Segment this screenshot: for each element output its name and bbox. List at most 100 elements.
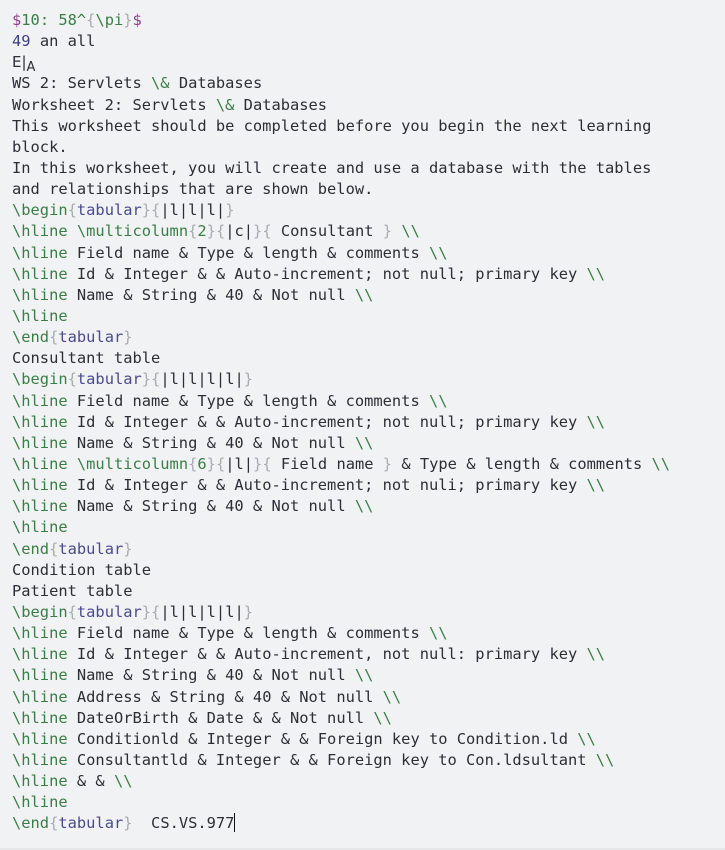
editor-line[interactable]: \hline Name & String & 40 & Not null \\: [12, 496, 725, 517]
brace-token: }: [206, 222, 216, 241]
editor-line[interactable]: \end{tabular} CS.VS.977: [12, 813, 725, 834]
editor-line[interactable]: This worksheet should be completed befor…: [12, 116, 725, 137]
number-argument-token: 6: [197, 454, 207, 473]
editor-line[interactable]: \hline Field name & Type & length & comm…: [12, 391, 725, 412]
latex-command-token: \hline: [12, 687, 68, 706]
number-token: 49: [12, 32, 31, 51]
latex-command-token: \\: [651, 454, 671, 473]
editor-line[interactable]: \hline Name & String & 40 & Not null \\: [12, 665, 725, 686]
column-spec-token: |c|: [225, 222, 254, 241]
text-token: DateOrBirth & Date & & Not null: [67, 708, 374, 727]
latex-command-token: \\: [428, 391, 448, 410]
text-token: Field name & Type & length & comments: [67, 243, 429, 262]
editor-line[interactable]: and relationships that are shown below.: [12, 179, 725, 200]
latex-command-token: \hline: [12, 306, 68, 325]
editor-line[interactable]: \hline: [12, 517, 725, 538]
editor-line[interactable]: WS 2: Servlets \& Databases: [12, 73, 725, 94]
text-token: In this worksheet, you will create and u…: [12, 158, 652, 177]
editor-line[interactable]: \hline Address & String & 40 & Not null …: [12, 687, 725, 708]
text-token: Field name: [271, 454, 383, 473]
latex-command-token: \\: [586, 412, 606, 431]
number-argument-token: 2: [197, 222, 207, 241]
editor-line[interactable]: E|A: [12, 52, 725, 75]
text-token: Id & Integer & & Auto-increment; not nul…: [67, 476, 587, 495]
editor-line[interactable]: \hline Id & Integer & & Auto-increment; …: [12, 412, 725, 433]
brace-token: {: [262, 454, 272, 473]
editor-line[interactable]: block.: [12, 137, 725, 158]
editor-line[interactable]: \hline Name & String & 40 & Not null \\: [12, 285, 725, 306]
editor-line[interactable]: \hline \multicolumn{6}{|l|}{ Field name …: [12, 454, 725, 475]
brace-token: {: [188, 222, 198, 241]
column-spec-token: |l|l|l|: [160, 201, 226, 220]
code-editor[interactable]: $10: 58^{\pi}$ 49 an all E|A WS 2: Servlets…: [0, 0, 725, 850]
text-token: block.: [12, 137, 68, 156]
math-delimiter-token: $: [132, 11, 142, 29]
editor-line[interactable]: \hline Field name & Type & length & comm…: [12, 243, 725, 264]
text-token: Name & String & 40 & Not null: [67, 666, 355, 685]
editor-line[interactable]: \hline DateOrBirth & Date & & Not null \…: [12, 708, 725, 729]
editor-line[interactable]: \hline Conditionld & Integer & & Foreign…: [12, 729, 725, 750]
brace-token: {: [215, 454, 226, 473]
text-token: Field name & Type & length & comments: [67, 391, 429, 410]
brace-token: {: [49, 539, 59, 558]
brace-token: {: [215, 222, 226, 241]
latex-command-token: \\: [354, 285, 374, 304]
latex-command-token: \multicolumn: [76, 222, 189, 241]
text-token: Worksheet 2: Servlets: [12, 95, 216, 114]
editor-line[interactable]: Condition table: [12, 560, 725, 581]
brace-token: {: [262, 222, 272, 241]
text-cursor: [234, 813, 236, 833]
editor-line[interactable]: \hline Name & String & 40 & Not null \\: [12, 433, 725, 454]
editor-line[interactable]: Consultant table: [12, 348, 725, 369]
text-token: Id & Integer & & Auto-increment; not nul…: [67, 264, 587, 283]
brace-token: }: [243, 602, 254, 621]
environment-name-token: tabular: [58, 328, 124, 347]
editor-line[interactable]: \hline Field name & Type & length & comm…: [12, 623, 725, 644]
editor-line[interactable]: \begin{tabular}{|l|l|l|l|}: [12, 369, 725, 390]
latex-command-token: \\: [595, 750, 615, 769]
editor-line[interactable]: \hline Id & Integer & & Auto-increment; …: [12, 264, 725, 285]
editor-line[interactable]: Patient table: [12, 581, 725, 602]
editor-line[interactable]: \end{tabular}: [12, 327, 725, 348]
math-token: \pi: [95, 11, 124, 29]
editor-line[interactable]: \hline Id & Integer & & Auto-increment, …: [12, 644, 725, 665]
environment-name-token: tabular: [58, 539, 124, 558]
editor-line[interactable]: \hline \multicolumn{2}{|c|}{ Consultant …: [12, 221, 725, 242]
editor-line[interactable]: $10: 58^{\pi}$: [12, 10, 725, 31]
latex-command-token: \hline: [12, 772, 68, 791]
editor-line[interactable]: \hline Id & Integer & & Auto-increment; …: [12, 475, 725, 496]
environment-name-token: tabular: [58, 814, 124, 833]
text-token: Name & String & 40 & Not null: [67, 433, 355, 452]
column-spec-token: |l|: [225, 454, 254, 473]
text-token: E|: [12, 53, 27, 72]
brace-token: }: [253, 222, 263, 241]
editor-line[interactable]: \hline: [12, 306, 725, 327]
latex-command-token: \\: [354, 433, 374, 452]
text-token: Address & String & 40 & Not null: [67, 687, 383, 706]
text-token: Patient table: [12, 581, 133, 600]
editor-line[interactable]: \end{tabular}: [12, 539, 725, 560]
editor-line[interactable]: \hline: [12, 792, 725, 813]
text-token: Field name & Type & length & comments: [67, 624, 429, 643]
editor-line[interactable]: 49 an all: [12, 31, 725, 52]
text-token: Conditionld & Integer & & Foreign key to…: [67, 729, 578, 748]
brace-token: }: [123, 11, 133, 29]
latex-command-token: \hline: [12, 285, 68, 304]
latex-command-token: \hline: [12, 729, 68, 748]
editor-line[interactable]: In this worksheet, you will create and u…: [12, 158, 725, 179]
latex-command-token: \\: [586, 645, 606, 664]
editor-line[interactable]: \begin{tabular}{|l|l|l|}: [12, 200, 725, 221]
text-token: Consultant table: [12, 349, 161, 368]
editor-line[interactable]: \hline & & \\: [12, 771, 725, 792]
latex-command-token: \hline: [12, 750, 68, 769]
latex-command-token: \\: [354, 666, 374, 685]
editor-line[interactable]: \hline Consultantld & Integer & & Foreig…: [12, 750, 725, 771]
editor-line[interactable]: Worksheet 2: Servlets \& Databases: [12, 95, 725, 116]
latex-command-token: \multicolumn: [76, 454, 189, 473]
latex-command-token: \hline: [12, 793, 68, 812]
brace-token: }: [123, 328, 133, 347]
brace-token: {: [151, 370, 161, 389]
editor-line[interactable]: \begin{tabular}{|l|l|l|l|}: [12, 602, 725, 623]
text-token: and relationships that are shown below.: [12, 180, 374, 199]
